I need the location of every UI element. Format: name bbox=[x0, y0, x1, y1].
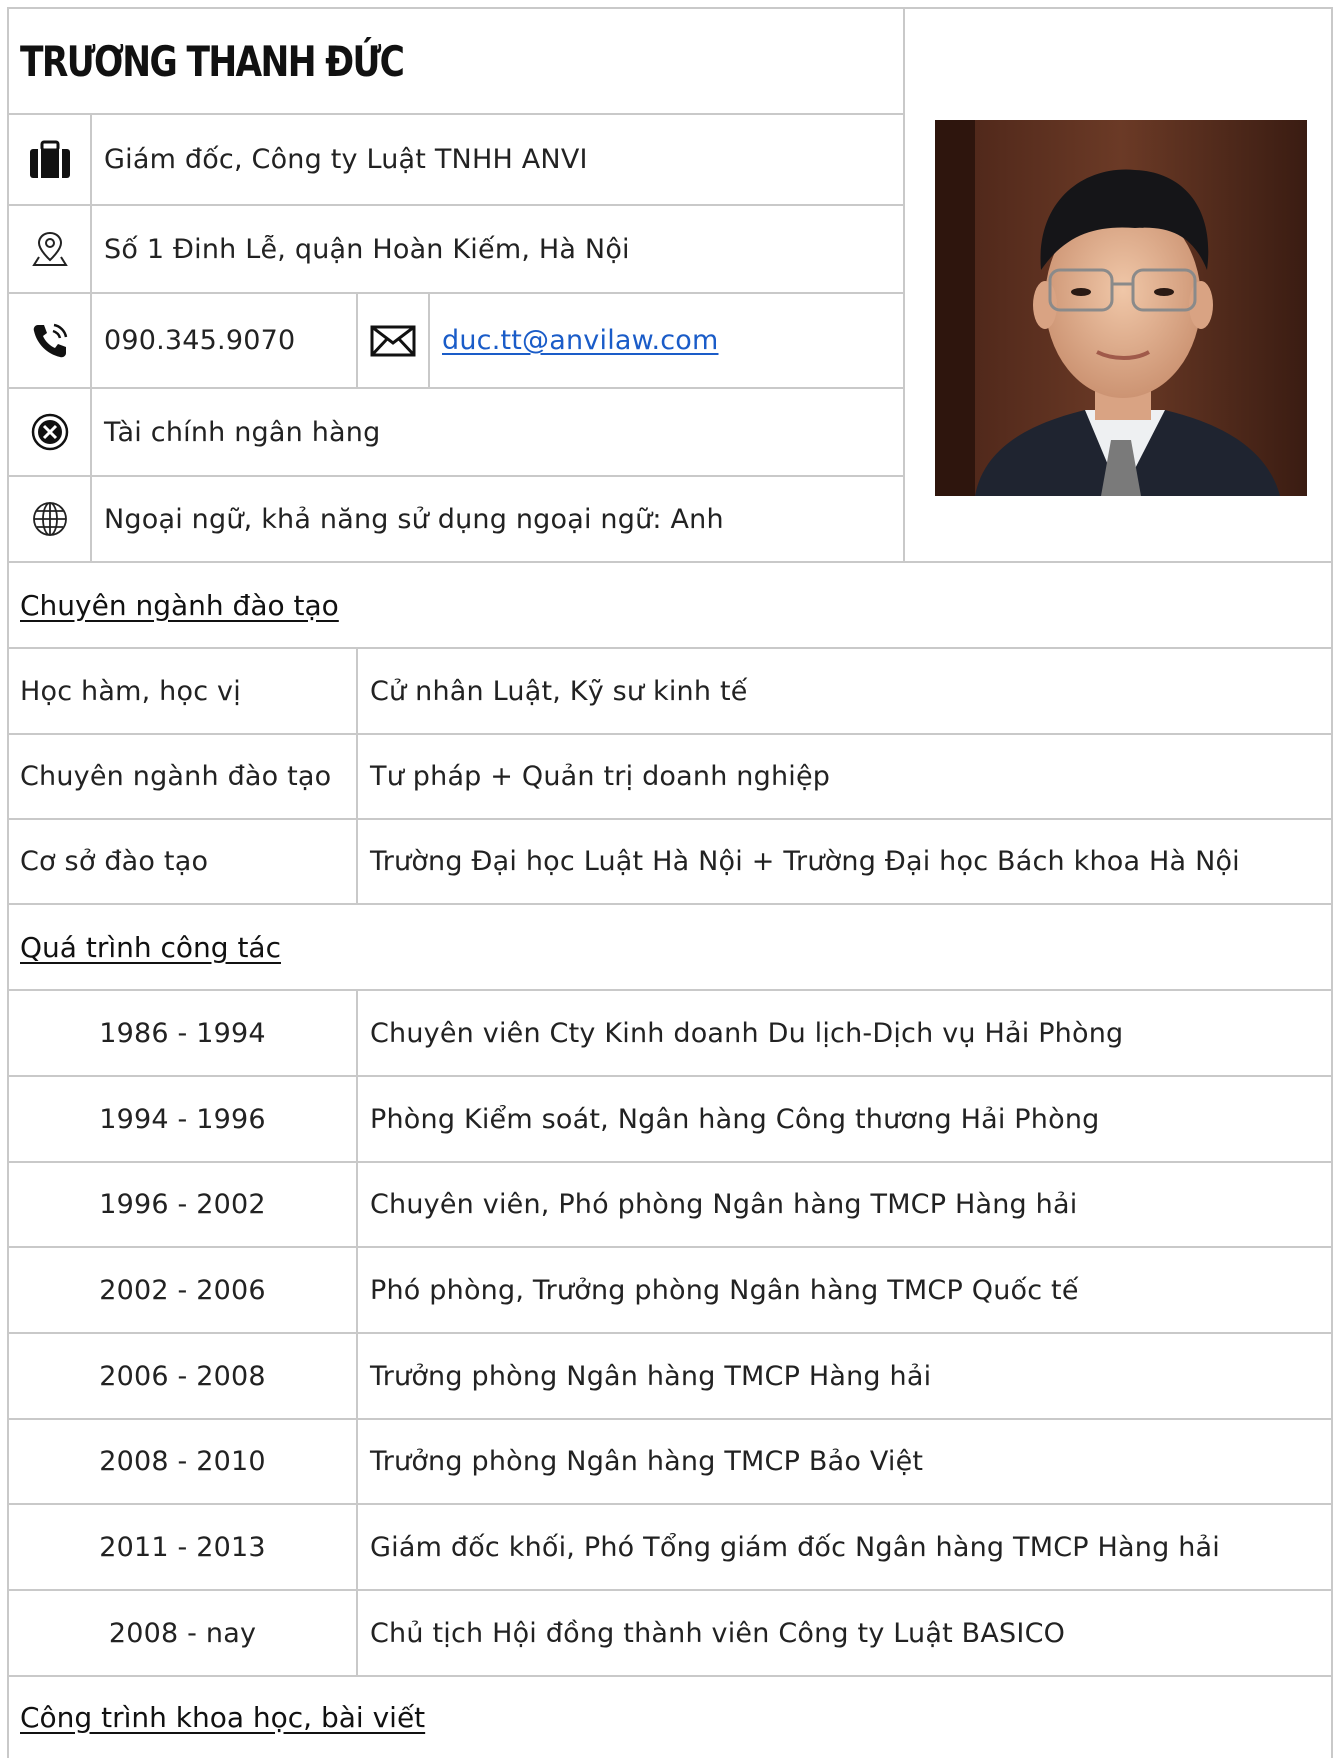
career-desc: Trưởng phòng Ngân hàng TMCP Hàng hải bbox=[370, 1360, 932, 1392]
career-years: 1986 - 1994 bbox=[99, 1017, 266, 1049]
career-years: 2006 - 2008 bbox=[99, 1360, 266, 1392]
envelope-icon bbox=[358, 294, 428, 387]
email-link[interactable]: duc.tt@anvilaw.com bbox=[442, 325, 719, 356]
education-label: Cơ sở đào tạo bbox=[20, 846, 209, 877]
education-value: Trường Đại học Luật Hà Nội + Trường Đại … bbox=[370, 846, 1240, 877]
table-row: Cơ sở đào tạo bbox=[20, 820, 354, 903]
table-row: 2006 - 2008 bbox=[9, 1334, 356, 1418]
field-text: Tài chính ngân hàng bbox=[104, 416, 381, 448]
phone-icon bbox=[9, 294, 90, 387]
map-pin-icon bbox=[9, 206, 90, 292]
career-desc: Chủ tịch Hội đồng thành viên Công ty Luậ… bbox=[370, 1617, 1066, 1649]
table-border-right bbox=[1331, 7, 1333, 1758]
career-desc: Phòng Kiểm soát, Ngân hàng Công thương H… bbox=[370, 1103, 1100, 1135]
education-value: Tư pháp + Quản trị doanh nghiệp bbox=[370, 761, 831, 792]
person-name: TRƯƠNG THANH ĐỨC bbox=[20, 36, 405, 86]
career-heading: Quá trình công tác bbox=[20, 930, 281, 964]
career-years: 2002 - 2006 bbox=[99, 1274, 266, 1306]
table-row: Học hàm, học vị bbox=[20, 649, 354, 733]
briefcase-icon bbox=[9, 115, 90, 204]
career-desc: Trưởng phòng Ngân hàng TMCP Bảo Việt bbox=[370, 1446, 924, 1477]
icon-column-divider bbox=[90, 113, 92, 562]
table-row: 1986 - 1994 bbox=[9, 991, 356, 1075]
publications-heading: Công trình khoa học, bài viết bbox=[20, 1700, 426, 1734]
education-value: Cử nhân Luật, Kỹ sư kinh tế bbox=[370, 675, 748, 707]
specialty-icon bbox=[9, 389, 90, 475]
education-heading: Chuyên ngành đào tạo bbox=[20, 588, 339, 622]
career-years: 2011 - 2013 bbox=[99, 1531, 266, 1563]
position-text: Giám đốc, Công ty Luật TNHH ANVI bbox=[104, 144, 588, 175]
table-border-photo-left bbox=[903, 7, 905, 562]
education-label: Chuyên ngành đào tạo bbox=[20, 761, 332, 792]
table-row: 2008 - 2010 bbox=[9, 1420, 356, 1503]
languages-text: Ngoại ngữ, khả năng sử dụng ngoại ngữ: A… bbox=[104, 503, 724, 535]
career-desc: Phó phòng, Trưởng phòng Ngân hàng TMCP Q… bbox=[370, 1274, 1079, 1306]
table-row: Chuyên ngành đào tạo bbox=[20, 735, 354, 818]
table-row: 2011 - 2013 bbox=[9, 1505, 356, 1589]
address-text: Số 1 Đinh Lễ, quận Hoàn Kiếm, Hà Nội bbox=[104, 233, 630, 265]
career-years: 2008 - nay bbox=[108, 1617, 257, 1649]
table-row: 2008 - nay bbox=[9, 1591, 356, 1675]
phone-number: 090.345.9070 bbox=[104, 325, 296, 356]
table-row: 1996 - 2002 bbox=[9, 1163, 356, 1246]
education-label: Học hàm, học vị bbox=[20, 675, 241, 707]
career-years: 1996 - 2002 bbox=[99, 1189, 266, 1220]
email-icon-divider bbox=[428, 292, 430, 388]
career-years: 2008 - 2010 bbox=[99, 1446, 266, 1477]
profile-document: TRƯƠNG THANH ĐỨC Giám đốc, Công ty Luật … bbox=[0, 0, 1338, 1758]
career-desc: Chuyên viên, Phó phòng Ngân hàng TMCP Hà… bbox=[370, 1189, 1078, 1220]
table-row: 2002 - 2006 bbox=[9, 1248, 356, 1332]
globe-icon bbox=[9, 477, 90, 561]
career-years: 1994 - 1996 bbox=[99, 1103, 266, 1135]
career-desc: Chuyên viên Cty Kinh doanh Du lịch-Dịch … bbox=[370, 1017, 1124, 1049]
table-row: 1994 - 1996 bbox=[9, 1077, 356, 1161]
portrait-photo bbox=[935, 120, 1307, 496]
career-desc: Giám đốc khối, Phó Tổng giám đốc Ngân hà… bbox=[370, 1531, 1220, 1563]
education-column-divider bbox=[356, 647, 358, 903]
